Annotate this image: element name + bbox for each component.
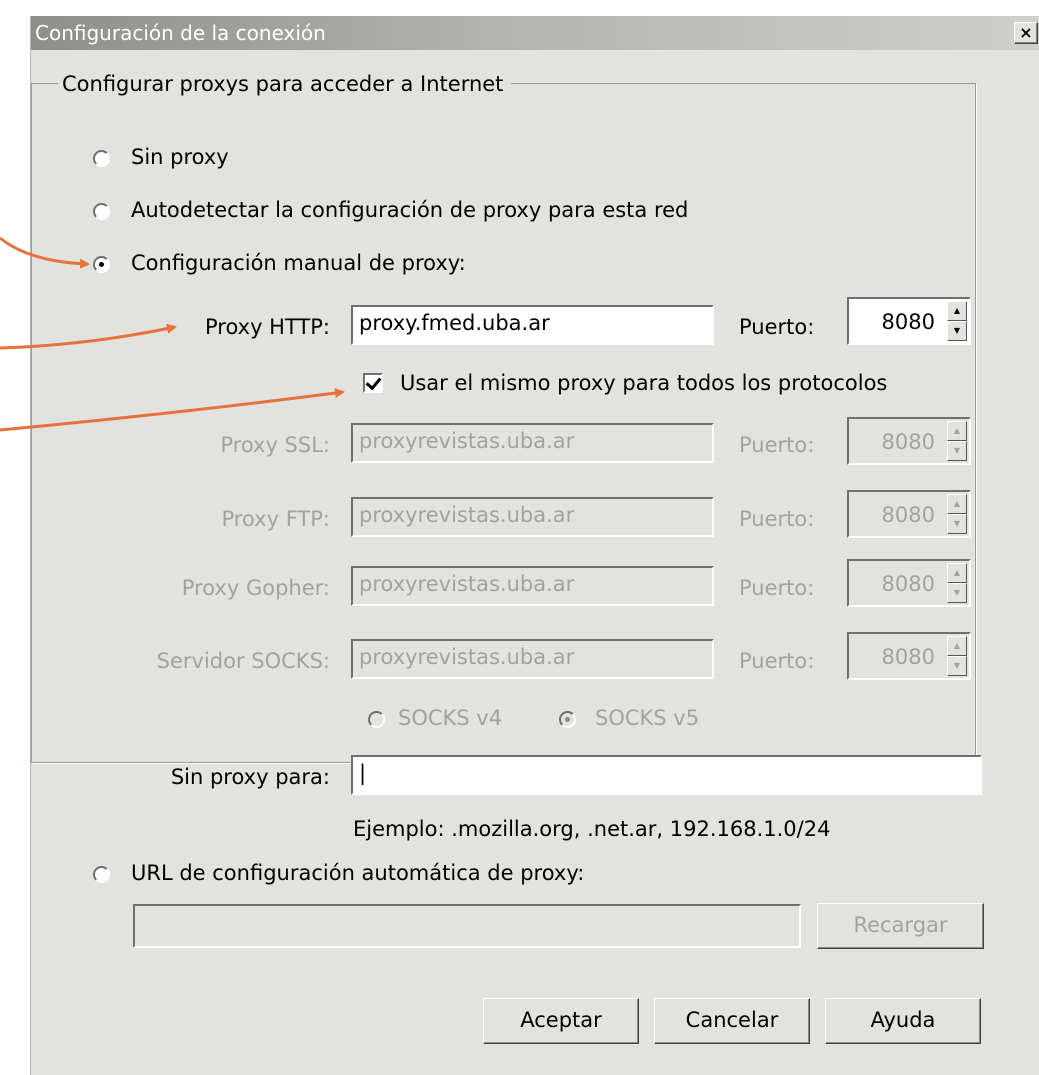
annotation-arrow-manual [0, 236, 90, 269]
annotation-arrows [0, 236, 345, 432]
annotation-arrow-same-proxy [0, 388, 345, 432]
annotation-arrow-http [0, 323, 177, 350]
